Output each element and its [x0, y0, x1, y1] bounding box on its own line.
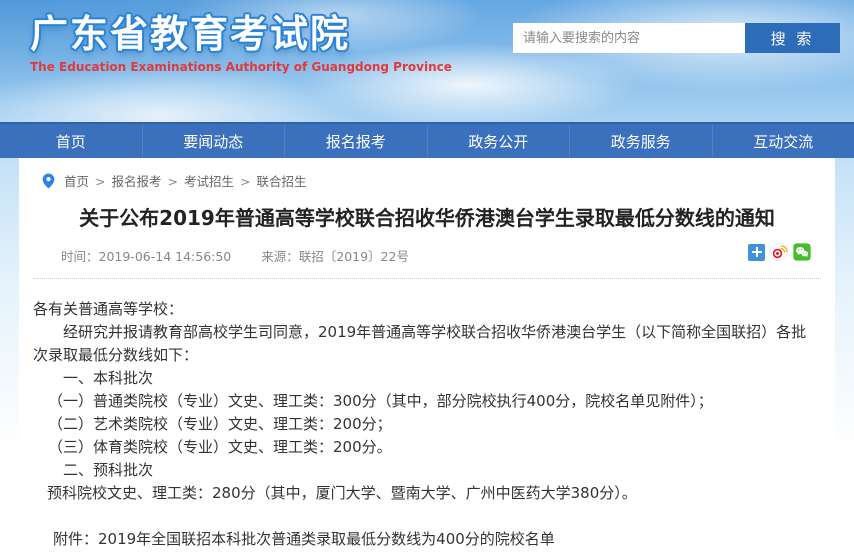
nav-item[interactable]: 首页	[0, 124, 142, 158]
site-header: 广东省教育考试院 The Education Examinations Auth…	[0, 0, 854, 122]
article-time: 时间：2019-06-14 14:56:50	[61, 249, 231, 264]
breadcrumb-item: 考试招生 >	[184, 171, 257, 190]
breadcrumb-separator: >	[168, 174, 178, 189]
breadcrumb-separator: >	[240, 174, 250, 189]
site-title: 广东省教育考试院	[30, 12, 452, 56]
article-body: 各有关普通高等学校： 经研究并报请教育部高校学生司同意，2019年普通高等学校联…	[33, 298, 821, 551]
site-logo[interactable]: 广东省教育考试院 The Education Examinations Auth…	[30, 12, 452, 74]
article-paragraph: 二、预科批次	[33, 459, 821, 482]
article-title: 关于公布2019年普通高等学校联合招收华侨港澳台学生录取最低分数线的通知	[59, 205, 795, 231]
article-paragraph: （三）体育类院校（专业）文史、理工类：200分。	[33, 436, 821, 459]
breadcrumb-item: 首页 >	[64, 171, 112, 190]
article-paragraph: （二）艺术类院校（专业）文史、理工类：200分；	[33, 413, 821, 436]
content-panel: 首页 > 报名报考 > 考试招生 > 联合招生> 关于公布2019年普通高等学校联合招…	[19, 158, 835, 554]
nav-item[interactable]: 互动交流	[712, 124, 854, 158]
article-meta-row: 时间：2019-06-14 14:56:50 来源：联招〔2019〕22号	[19, 246, 835, 266]
location-pin-icon	[42, 173, 55, 189]
share-bar	[748, 243, 811, 261]
article-paragraph: 附件：2019年全国联招本科批次普通类录取最低分数线为400分的院校名单	[33, 528, 821, 551]
wechat-share-icon[interactable]	[793, 243, 811, 261]
article-source: 来源：联招〔2019〕22号	[261, 249, 409, 264]
breadcrumb-item: 联合招生>	[257, 171, 307, 190]
nav-item[interactable]: 报名报考	[284, 124, 427, 158]
main-nav: 首页 要闻动态 报名报考 政务公开 政务服务 互动交流	[0, 122, 854, 158]
search-input[interactable]	[513, 23, 745, 53]
article-paragraph: （一）普通类院校（专业）文史、理工类：300分（其中，部分院校执行400分，院校…	[33, 390, 821, 413]
nav-item[interactable]: 政务服务	[569, 124, 712, 158]
breadcrumb-separator: >	[95, 174, 105, 189]
nav-item[interactable]: 要闻动态	[142, 124, 285, 158]
article-paragraph: 预科院校文史、理工类：280分（其中，厦门大学、暨南大学、广州中医药大学380分…	[33, 482, 821, 505]
article-paragraph: 各有关普通高等学校：	[33, 298, 821, 321]
breadcrumb-link[interactable]: 联合招生	[257, 174, 307, 189]
nav-item[interactable]: 政务公开	[427, 124, 570, 158]
dotted-divider	[33, 278, 821, 279]
article-paragraph	[33, 505, 821, 528]
share-more-icon[interactable]	[748, 244, 765, 261]
breadcrumb-link[interactable]: 报名报考	[112, 174, 162, 189]
breadcrumb-link[interactable]: 首页	[64, 174, 89, 189]
site-subtitle: The Education Examinations Authority of …	[30, 60, 452, 74]
article-paragraph: 经研究并报请教育部高校学生司同意，2019年普通高等学校联合招收华侨港澳台学生（…	[33, 321, 821, 367]
breadcrumb-item: 报名报考 >	[112, 171, 185, 190]
breadcrumb: 首页 > 报名报考 > 考试招生 > 联合招生>	[19, 158, 835, 190]
breadcrumb-link[interactable]: 考试招生	[184, 174, 234, 189]
weibo-share-icon[interactable]	[770, 243, 788, 261]
article-paragraph: 一、本科批次	[33, 367, 821, 390]
search-button[interactable]: 搜 索	[745, 23, 840, 53]
